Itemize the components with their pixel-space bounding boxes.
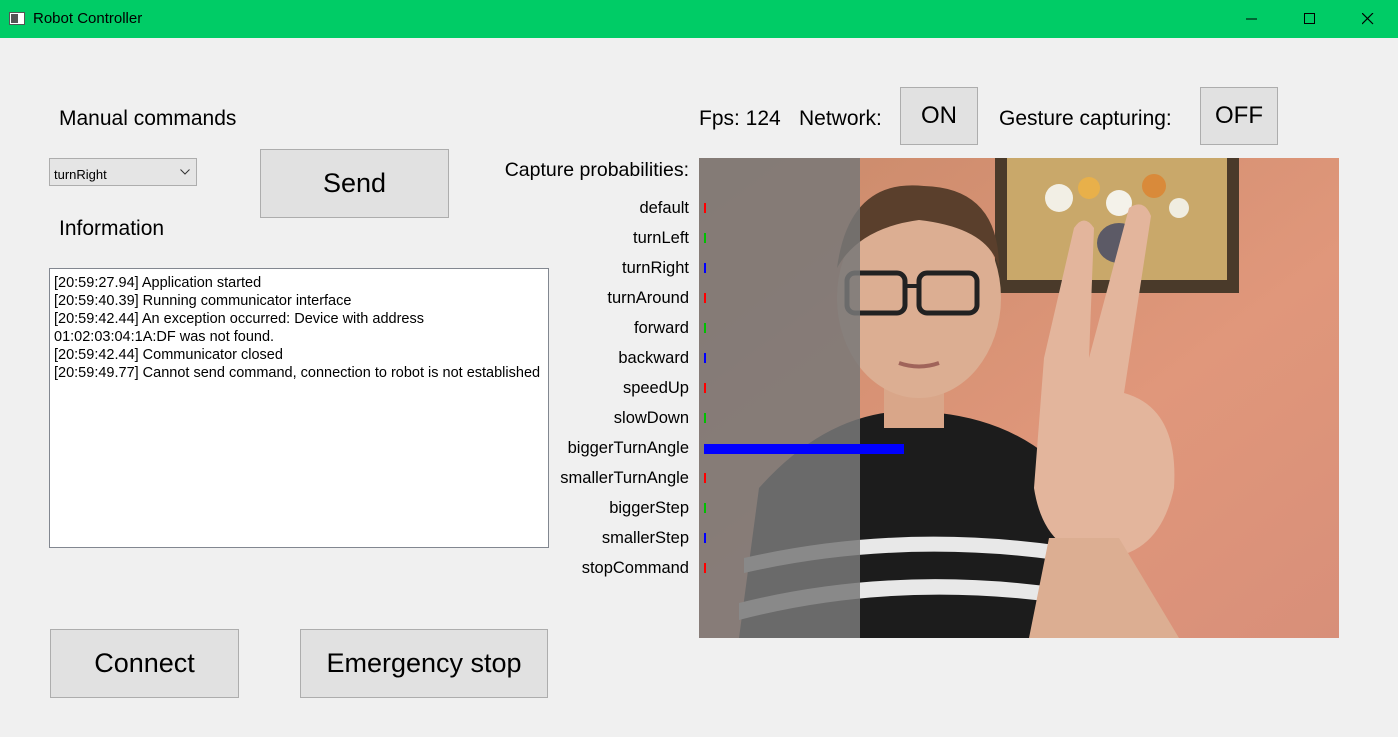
probability-label-turnRight: turnRight xyxy=(622,259,689,277)
probability-bar-backward xyxy=(704,353,706,363)
command-select-value: turnRight xyxy=(54,167,107,182)
probability-bar-turnAround xyxy=(704,293,706,303)
log-line: [20:59:49.77] Cannot send command, conne… xyxy=(54,365,541,381)
minimize-button[interactable] xyxy=(1223,0,1281,38)
capture-probabilities-heading: Capture probabilities: xyxy=(504,159,689,181)
probability-label-speedUp: speedUp xyxy=(622,379,689,397)
chevron-down-icon xyxy=(180,169,190,175)
probability-bar-forward xyxy=(704,323,706,333)
log-line: [20:59:42.44] An exception occurred: Dev… xyxy=(54,311,424,345)
probability-bar-stopCommand xyxy=(704,563,706,573)
app-icon xyxy=(9,12,25,25)
probability-bar-default xyxy=(704,203,706,213)
probability-label-biggerTurnAngle: biggerTurnAngle xyxy=(567,439,689,457)
title-bar: Robot Controller xyxy=(0,0,1398,38)
gesture-capturing-toggle-button[interactable]: OFF xyxy=(1200,87,1278,145)
probability-bar-slowDown xyxy=(704,413,706,423)
probability-bar-smallerStep xyxy=(704,533,706,543)
probability-label-turnAround: turnAround xyxy=(607,289,689,307)
probability-label-smallerTurnAngle: smallerTurnAngle xyxy=(560,469,689,487)
probability-bar-turnRight xyxy=(704,263,706,273)
close-icon xyxy=(1362,13,1374,25)
probability-label-backward: backward xyxy=(618,349,689,367)
log-line: [20:59:27.94] Application started xyxy=(54,275,262,291)
connect-button[interactable]: Connect xyxy=(50,629,239,698)
log-line: [20:59:42.44] Communicator closed xyxy=(54,347,283,363)
maximize-icon xyxy=(1304,13,1315,24)
probability-label-slowDown: slowDown xyxy=(613,409,689,427)
probability-label-biggerStep: biggerStep xyxy=(609,499,689,517)
probability-label-stopCommand: stopCommand xyxy=(581,559,689,577)
log-line: [20:59:40.39] Running communicator inter… xyxy=(54,293,352,309)
network-label: Network: xyxy=(799,107,882,130)
information-heading: Information xyxy=(59,217,165,240)
minimize-icon xyxy=(1246,18,1257,20)
information-log[interactable]: [20:59:27.94] Application started [20:59… xyxy=(49,268,549,548)
window-title: Robot Controller xyxy=(33,10,143,27)
maximize-button[interactable] xyxy=(1281,0,1339,38)
probability-bar-turnLeft xyxy=(704,233,706,243)
send-button[interactable]: Send xyxy=(260,149,449,218)
probability-bar-biggerStep xyxy=(704,503,706,513)
emergency-stop-button[interactable]: Emergency stop xyxy=(300,629,548,698)
probability-bar-smallerTurnAngle xyxy=(704,473,706,483)
probability-label-smallerStep: smallerStep xyxy=(601,529,689,547)
probability-bar-speedUp xyxy=(704,383,706,393)
webcam-feed-image xyxy=(699,158,1339,638)
manual-commands-heading: Manual commands xyxy=(59,107,237,130)
camera-feed xyxy=(699,158,1339,638)
fps-readout: Fps: 124 xyxy=(699,107,781,130)
close-button[interactable] xyxy=(1339,0,1397,38)
command-select[interactable]: turnRight xyxy=(49,158,197,186)
probability-label-default: default xyxy=(639,199,689,217)
probability-label-turnLeft: turnLeft xyxy=(633,229,689,247)
network-toggle-button[interactable]: ON xyxy=(900,87,978,145)
gesture-capturing-label: Gesture capturing: xyxy=(999,107,1172,130)
probability-bar-biggerTurnAngle xyxy=(704,444,904,454)
probability-label-forward: forward xyxy=(633,319,689,337)
